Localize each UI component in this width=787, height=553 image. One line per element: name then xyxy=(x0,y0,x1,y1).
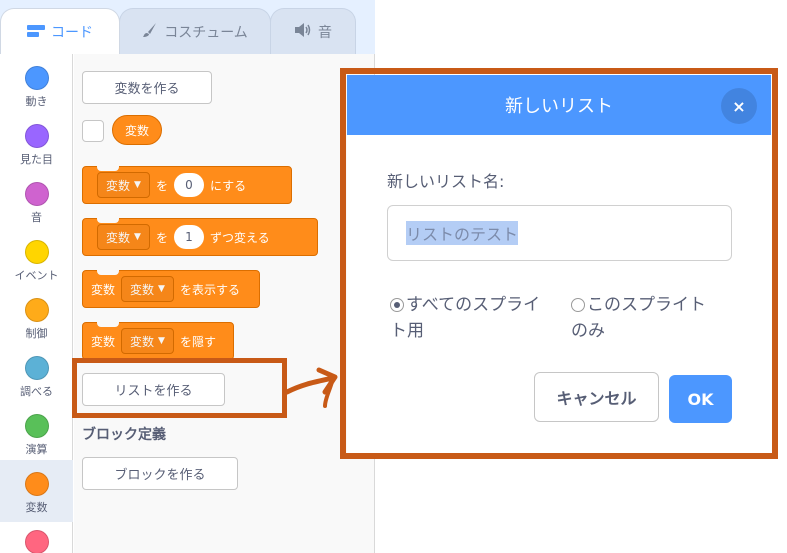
category-label: 調べる xyxy=(20,385,53,398)
option-this-text: このスプライトのみ xyxy=(571,292,706,344)
tab-sounds[interactable]: 音 xyxy=(270,8,356,54)
tab-sounds-label: 音 xyxy=(318,24,332,41)
caret-down-icon: ▼ xyxy=(158,284,165,294)
category-dot xyxy=(24,124,49,148)
set-variable-block[interactable]: 変数 ▼ を 0 にする xyxy=(82,166,292,204)
cancel-button[interactable]: キャンセル xyxy=(534,372,659,422)
category-sensing[interactable]: 調べる xyxy=(0,348,73,406)
radio-option-this-sprite[interactable]: このスプライトのみ xyxy=(571,292,741,344)
block-notch xyxy=(97,270,119,275)
category-looks[interactable]: 見た目 xyxy=(0,116,73,174)
block-text: にする xyxy=(209,178,247,193)
code-icon xyxy=(27,23,45,41)
variable-dropdown[interactable]: 変数 ▼ xyxy=(97,224,150,250)
category-events[interactable]: イベント xyxy=(0,232,73,290)
category-control[interactable]: 制御 xyxy=(0,290,73,348)
block-text: を xyxy=(155,178,168,193)
block-text: ずつ変える xyxy=(209,230,270,245)
block-text: 変数 xyxy=(91,282,116,297)
caret-down-icon: ▼ xyxy=(134,180,141,190)
category-variables[interactable]: 変数 xyxy=(0,460,73,522)
option-all-line2: ト用 xyxy=(390,321,424,341)
arrow-icon xyxy=(285,367,338,408)
category-label: 制御 xyxy=(25,327,48,340)
category-label: イベント xyxy=(14,269,59,282)
category-menu: 動き 見た目 音 イベント 制御 調べる 演算 変数 xyxy=(0,54,73,553)
block-text: を隠す xyxy=(179,334,216,349)
tab-costumes[interactable]: コスチューム xyxy=(119,8,271,54)
category-label: 音 xyxy=(31,211,42,224)
option-all-line1: すべてのスプライ xyxy=(406,295,541,315)
radio-selected-icon xyxy=(390,298,404,312)
category-label: 動き xyxy=(25,95,48,108)
tab-bar: コード コスチューム 音 xyxy=(0,0,375,54)
new-list-dialog: 新しいリスト × 新しいリスト名: リストのテスト すべてのスプライト用 このス… xyxy=(347,75,771,453)
dialog-header: 新しいリスト xyxy=(347,75,771,135)
category-sound[interactable]: 音 xyxy=(0,174,73,232)
category-label: 見た目 xyxy=(20,153,53,166)
hide-variable-block[interactable]: 変数 変数 ▼ を隠す xyxy=(82,322,234,360)
value-input[interactable]: 1 xyxy=(173,225,204,249)
category-operators[interactable]: 演算 xyxy=(0,406,73,464)
category-my-blocks[interactable] xyxy=(0,522,73,553)
category-dot xyxy=(24,414,49,438)
category-label: 変数 xyxy=(25,501,48,514)
block-notch xyxy=(97,166,119,171)
variable-reporter[interactable]: 変数 xyxy=(112,115,163,145)
brush-icon xyxy=(142,22,158,42)
category-label: 演算 xyxy=(25,443,48,456)
block-text: 変数 xyxy=(91,334,116,349)
option-this-line1: このスプライト xyxy=(587,295,706,315)
dropdown-label: 変数 xyxy=(106,230,131,245)
category-motion[interactable]: 動き xyxy=(0,58,73,116)
category-dot xyxy=(24,472,49,496)
selected-input-text: リストのテスト xyxy=(406,221,519,245)
show-variable-block[interactable]: 変数 変数 ▼ を表示する xyxy=(82,270,260,308)
list-name-label: 新しいリスト名: xyxy=(387,172,505,191)
block-notch xyxy=(97,322,119,327)
dialog-title: 新しいリスト xyxy=(505,96,613,117)
highlight-box-make-list xyxy=(72,358,287,418)
caret-down-icon: ▼ xyxy=(158,336,165,346)
variable-dropdown[interactable]: 変数 ▼ xyxy=(121,328,174,354)
block-text: を xyxy=(155,230,168,245)
variable-checkbox[interactable] xyxy=(82,120,104,142)
radio-unselected-icon xyxy=(571,298,585,312)
block-text: を表示する xyxy=(179,282,240,297)
list-name-input[interactable]: リストのテスト xyxy=(387,205,732,261)
block-notch xyxy=(97,218,119,223)
dropdown-label: 変数 xyxy=(130,334,155,349)
section-title-my-blocks: ブロック定義 xyxy=(82,427,166,443)
tab-code[interactable]: コード xyxy=(0,8,120,54)
variable-dropdown[interactable]: 変数 ▼ xyxy=(121,276,174,302)
tab-code-label: コード xyxy=(51,24,93,41)
category-dot xyxy=(24,240,49,264)
make-block-button[interactable]: ブロックを作る xyxy=(82,457,238,490)
caret-down-icon: ▼ xyxy=(134,232,141,242)
scratch-editor: コード コスチューム 音 動き 見た目 音 イベント 制御 調べる 演算 変数 … xyxy=(0,0,787,553)
value-input[interactable]: 0 xyxy=(173,173,204,197)
ok-button[interactable]: OK xyxy=(669,375,732,423)
make-variable-button[interactable]: 変数を作る xyxy=(82,71,212,104)
option-all-text: すべてのスプライト用 xyxy=(390,292,541,344)
speaker-icon xyxy=(294,22,312,41)
category-dot xyxy=(24,66,49,90)
tab-costumes-label: コスチューム xyxy=(164,24,248,41)
close-icon[interactable]: × xyxy=(721,88,757,124)
category-dot xyxy=(24,356,49,380)
option-this-line2: のみ xyxy=(571,321,605,341)
radio-option-all-sprites[interactable]: すべてのスプライト用 xyxy=(390,292,570,344)
variable-dropdown[interactable]: 変数 ▼ xyxy=(97,172,150,198)
category-dot xyxy=(24,530,49,553)
dropdown-label: 変数 xyxy=(106,178,131,193)
change-variable-block[interactable]: 変数 ▼ を 1 ずつ変える xyxy=(82,218,318,256)
category-dot xyxy=(24,298,49,322)
dropdown-label: 変数 xyxy=(130,282,155,297)
category-dot xyxy=(24,182,49,206)
